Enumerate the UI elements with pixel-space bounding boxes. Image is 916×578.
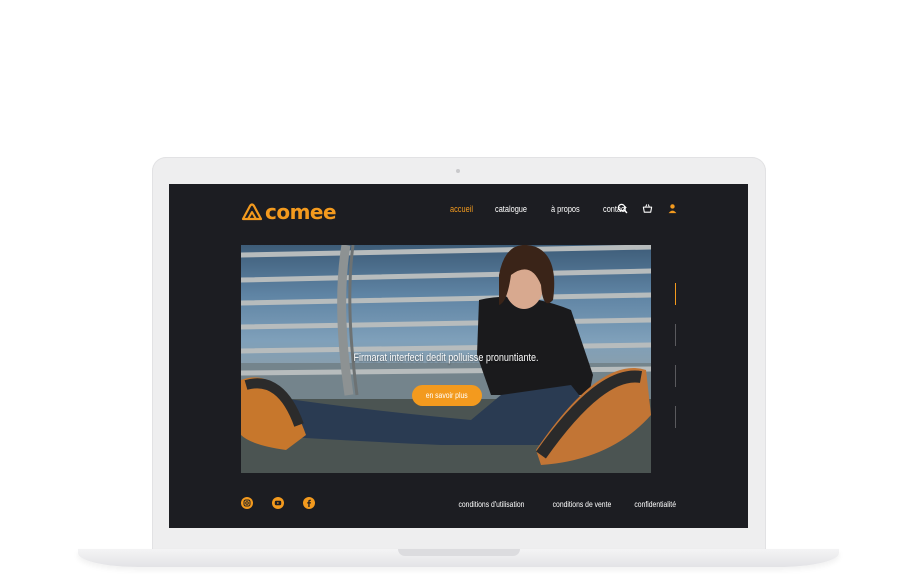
website-screen: comee accueil catalogue à propos contact — [169, 184, 748, 528]
social-links — [241, 497, 315, 509]
facebook-icon[interactable] — [303, 497, 315, 509]
slide-indicator-4[interactable] — [675, 406, 676, 428]
slide-indicator-3[interactable] — [675, 365, 676, 387]
logo-mark-icon — [241, 203, 263, 221]
search-icon[interactable] — [617, 203, 628, 214]
hero-headline: Firmarat interfecti dedit polluisse pron… — [353, 352, 539, 364]
hero-banner: Firmarat interfecti dedit polluisse pron… — [241, 245, 651, 473]
footer-link-terms-of-use[interactable]: conditions d'utilisation — [459, 499, 525, 509]
nav-icons — [617, 203, 678, 214]
slide-indicator-1[interactable] — [675, 283, 676, 305]
footer-links: conditions d'utilisation conditions de v… — [442, 499, 676, 509]
user-icon[interactable] — [667, 203, 678, 214]
brand-logo[interactable]: comee — [241, 200, 337, 224]
learn-more-button[interactable]: en savoir plus — [412, 385, 482, 406]
footer-link-privacy[interactable]: confidentialité — [634, 499, 676, 509]
instagram-icon[interactable] — [241, 497, 253, 509]
youtube-icon[interactable] — [272, 497, 284, 509]
nav-link-a-propos[interactable]: à propos — [551, 204, 580, 214]
nav-link-catalogue[interactable]: catalogue — [495, 204, 527, 214]
learn-more-label: en savoir plus — [426, 391, 468, 400]
basket-icon[interactable] — [642, 203, 653, 214]
laptop-notch — [398, 549, 520, 556]
slider-pagination — [675, 283, 676, 447]
brand-name: comee — [265, 200, 337, 224]
slide-indicator-2[interactable] — [675, 324, 676, 346]
footer-link-terms-of-sale[interactable]: conditions de vente — [552, 499, 611, 509]
nav-link-accueil[interactable]: accueil — [450, 204, 473, 214]
camera-dot — [456, 169, 460, 173]
